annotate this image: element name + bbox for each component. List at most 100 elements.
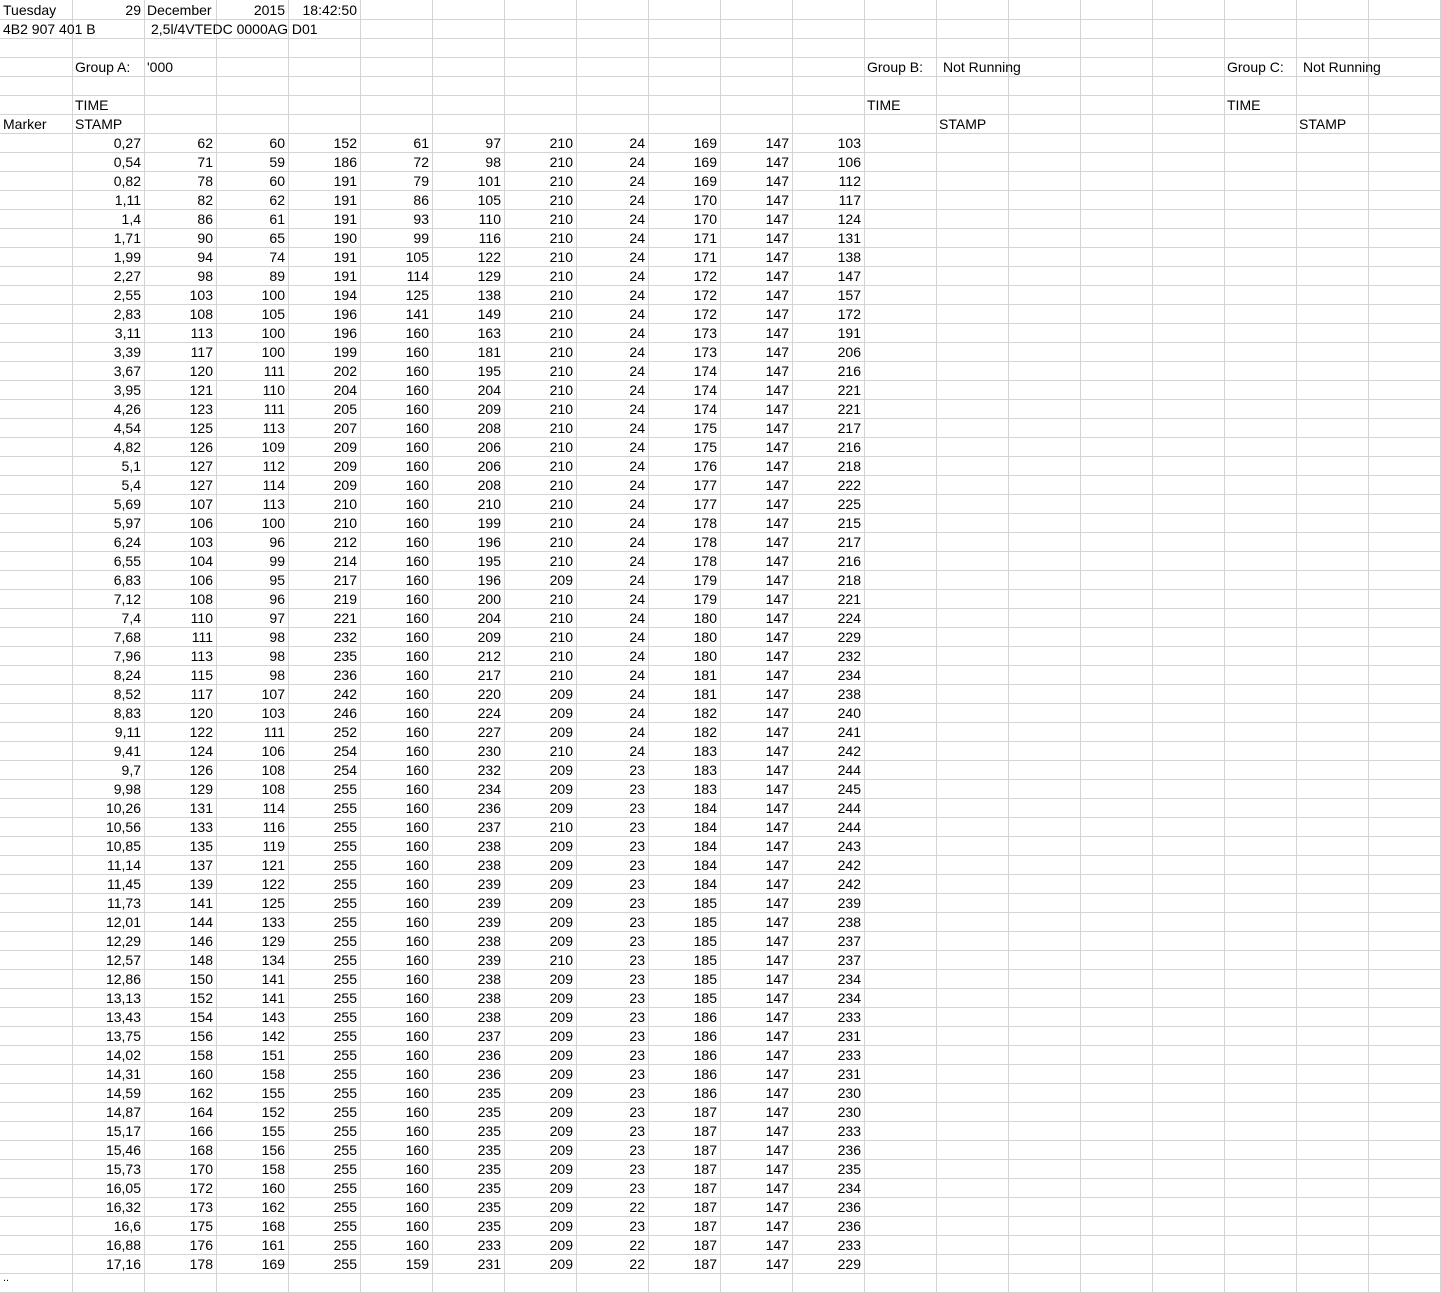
value-cell[interactable]: 133 — [216, 913, 288, 932]
value-cell[interactable]: 210 — [288, 495, 360, 514]
value-cell[interactable]: 236 — [792, 1141, 864, 1160]
value-cell[interactable]: 97 — [216, 609, 288, 628]
value-cell[interactable]: 255 — [288, 799, 360, 818]
value-cell[interactable]: 209 — [504, 875, 576, 894]
value-cell[interactable]: 204 — [288, 381, 360, 400]
value-cell[interactable]: 117 — [144, 343, 216, 362]
value-cell[interactable]: 232 — [432, 761, 504, 780]
value-cell[interactable]: 209 — [504, 1141, 576, 1160]
value-cell[interactable]: 204 — [432, 609, 504, 628]
value-cell[interactable]: 23 — [576, 1160, 648, 1179]
value-cell[interactable]: 210 — [504, 742, 576, 761]
value-cell[interactable]: 183 — [648, 780, 720, 799]
group-a-time-label[interactable]: TIME — [72, 96, 144, 115]
value-cell[interactable]: 241 — [792, 723, 864, 742]
value-cell[interactable]: 210 — [504, 609, 576, 628]
value-cell[interactable]: 172 — [648, 305, 720, 324]
value-cell[interactable]: 255 — [288, 1255, 360, 1274]
value-cell[interactable]: 214 — [288, 552, 360, 571]
value-cell[interactable]: 187 — [648, 1160, 720, 1179]
value-cell[interactable]: 122 — [144, 723, 216, 742]
value-cell[interactable]: 230 — [792, 1084, 864, 1103]
value-cell[interactable]: 23 — [576, 1141, 648, 1160]
value-cell[interactable]: 225 — [792, 495, 864, 514]
value-cell[interactable]: 209 — [504, 685, 576, 704]
value-cell[interactable]: 177 — [648, 495, 720, 514]
value-cell[interactable]: 147 — [720, 1046, 792, 1065]
value-cell[interactable]: 141 — [216, 989, 288, 1008]
timestamp-cell[interactable]: 11,45 — [72, 875, 144, 894]
value-cell[interactable]: 160 — [360, 1027, 432, 1046]
value-cell[interactable]: 195 — [432, 362, 504, 381]
value-cell[interactable]: 144 — [144, 913, 216, 932]
value-cell[interactable]: 180 — [648, 628, 720, 647]
value-cell[interactable]: 191 — [288, 210, 360, 229]
value-cell[interactable]: 24 — [576, 666, 648, 685]
value-cell[interactable]: 147 — [720, 248, 792, 267]
value-cell[interactable]: 173 — [144, 1198, 216, 1217]
value-cell[interactable]: 131 — [144, 799, 216, 818]
value-cell[interactable]: 239 — [432, 875, 504, 894]
value-cell[interactable]: 169 — [216, 1255, 288, 1274]
timestamp-cell[interactable]: 16,88 — [72, 1236, 144, 1255]
value-cell[interactable]: 147 — [720, 381, 792, 400]
value-cell[interactable]: 236 — [792, 1217, 864, 1236]
value-cell[interactable]: 164 — [144, 1103, 216, 1122]
value-cell[interactable]: 24 — [576, 362, 648, 381]
value-cell[interactable]: 107 — [216, 685, 288, 704]
value-cell[interactable]: 154 — [144, 1008, 216, 1027]
value-cell[interactable]: 147 — [720, 286, 792, 305]
value-cell[interactable]: 23 — [576, 989, 648, 1008]
value-cell[interactable]: 114 — [360, 267, 432, 286]
value-cell[interactable]: 160 — [144, 1065, 216, 1084]
value-cell[interactable]: 172 — [648, 286, 720, 305]
value-cell[interactable]: 23 — [576, 837, 648, 856]
value-cell[interactable]: 183 — [648, 742, 720, 761]
value-cell[interactable]: 210 — [504, 305, 576, 324]
value-cell[interactable]: 160 — [360, 495, 432, 514]
value-cell[interactable]: 160 — [360, 685, 432, 704]
value-cell[interactable]: 147 — [720, 685, 792, 704]
value-cell[interactable]: 141 — [144, 894, 216, 913]
value-cell[interactable]: 100 — [216, 286, 288, 305]
timestamp-cell[interactable]: 1,71 — [72, 229, 144, 248]
part-number-cell[interactable]: 4B2 907 401 B — [0, 20, 144, 39]
value-cell[interactable]: 209 — [504, 856, 576, 875]
value-cell[interactable]: 110 — [216, 381, 288, 400]
value-cell[interactable]: 217 — [288, 571, 360, 590]
value-cell[interactable]: 239 — [432, 894, 504, 913]
value-cell[interactable]: 138 — [432, 286, 504, 305]
value-cell[interactable]: 209 — [288, 476, 360, 495]
value-cell[interactable]: 160 — [360, 571, 432, 590]
value-cell[interactable]: 209 — [504, 913, 576, 932]
value-cell[interactable]: 219 — [288, 590, 360, 609]
value-cell[interactable]: 160 — [360, 533, 432, 552]
value-cell[interactable]: 255 — [288, 1065, 360, 1084]
value-cell[interactable]: 191 — [288, 172, 360, 191]
value-cell[interactable]: 147 — [720, 210, 792, 229]
value-cell[interactable]: 147 — [720, 1179, 792, 1198]
timestamp-cell[interactable]: 3,95 — [72, 381, 144, 400]
value-cell[interactable]: 23 — [576, 818, 648, 837]
value-cell[interactable]: 180 — [648, 609, 720, 628]
value-cell[interactable]: 141 — [360, 305, 432, 324]
value-cell[interactable]: 255 — [288, 1160, 360, 1179]
value-cell[interactable]: 161 — [216, 1236, 288, 1255]
value-cell[interactable]: 117 — [144, 685, 216, 704]
value-cell[interactable]: 23 — [576, 1065, 648, 1084]
value-cell[interactable]: 184 — [648, 818, 720, 837]
value-cell[interactable]: 147 — [720, 172, 792, 191]
value-cell[interactable]: 160 — [360, 1103, 432, 1122]
value-cell[interactable]: 113 — [144, 647, 216, 666]
value-cell[interactable]: 119 — [216, 837, 288, 856]
value-cell[interactable]: 242 — [288, 685, 360, 704]
timestamp-cell[interactable]: 13,13 — [72, 989, 144, 1008]
value-cell[interactable]: 179 — [648, 571, 720, 590]
timestamp-cell[interactable]: 6,24 — [72, 533, 144, 552]
value-cell[interactable]: 166 — [144, 1122, 216, 1141]
value-cell[interactable]: 176 — [648, 457, 720, 476]
value-cell[interactable]: 160 — [360, 343, 432, 362]
value-cell[interactable]: 209 — [504, 571, 576, 590]
value-cell[interactable]: 160 — [360, 913, 432, 932]
value-cell[interactable]: 209 — [504, 1027, 576, 1046]
